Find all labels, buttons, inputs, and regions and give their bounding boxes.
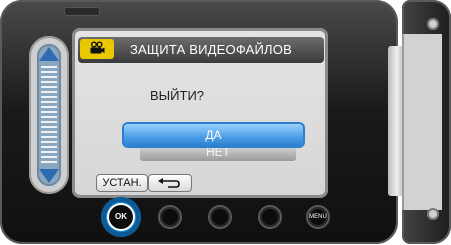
screw-bottom	[427, 208, 439, 220]
screen-title: ЗАЩИТА ВИДЕОФАЙЛОВ	[130, 42, 292, 57]
set-button[interactable]: УСТАН.	[96, 174, 148, 192]
hardware-button-3[interactable]	[210, 207, 230, 227]
screw-top	[427, 18, 439, 30]
camera-top-notch	[64, 7, 100, 16]
arrow-down-icon[interactable]	[39, 169, 59, 183]
back-button[interactable]	[148, 174, 192, 192]
hardware-button-2[interactable]	[160, 207, 180, 227]
exit-question: ВЫЙТИ?	[150, 88, 205, 103]
arrow-up-icon[interactable]	[39, 47, 59, 61]
return-arrow-icon	[158, 178, 180, 188]
side-panel-recess	[402, 34, 442, 210]
hardware-button-4[interactable]	[260, 207, 280, 227]
menu-button[interactable]: MENU	[308, 207, 328, 227]
ok-button[interactable]: OK	[109, 205, 133, 229]
slider-grip-lines	[41, 66, 57, 164]
touch-slider[interactable]	[37, 44, 61, 186]
no-button[interactable]: НЕТ	[140, 145, 296, 161]
video-camera-icon	[90, 41, 105, 54]
yes-button[interactable]: ДА	[124, 124, 303, 146]
